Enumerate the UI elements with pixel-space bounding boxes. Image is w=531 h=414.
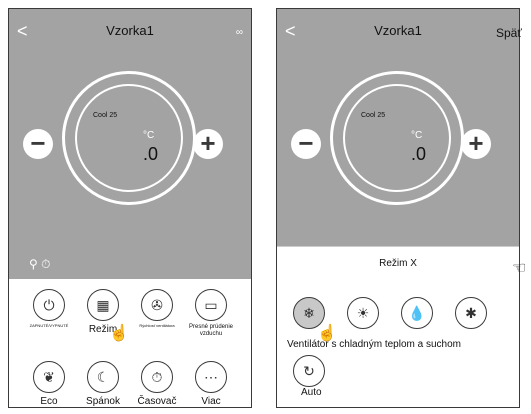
fan-speed-label: Rýchlosť ventilátora [139,323,175,328]
timer-label: Časovač [137,396,177,407]
decrease-temp-button[interactable]: − [291,129,321,159]
fan-icon: ✱ [465,304,477,321]
thermostat-panel: < Vzorka1 Cool 25 °C .0 − + [277,9,519,279]
airflow-label: Presné prúdenie vzduchu [188,324,234,337]
mode-bar[interactable]: Režim X [277,246,519,281]
airflow-icon: ▭ [195,289,227,321]
mode-temp-label: Cool 25 [93,112,118,119]
sun-icon: ☀ [356,304,370,321]
thermostat-panel: < Vzorka1 ∞ Cool 25 °C .0 − + ⚲ ⏱ [9,9,251,279]
eco-label: Eco [40,396,58,407]
mode-bar-label: Režim X [379,258,417,269]
dry-mode-option[interactable]: 💧 [401,297,433,329]
status-icons: ⚲ ⏱ [29,257,51,272]
eco-button[interactable]: ❦ Eco [23,361,75,407]
sleep-icon: ☾ [87,361,119,393]
more-button[interactable]: ⋯ Viac [185,361,237,407]
pointing-hand-icon-right: ☜ [512,260,527,277]
temperature-value: .0 [143,144,159,164]
more-icon: ⋯ [195,361,227,393]
mode-caption: Ventilátor s chladným teplom a suchom [287,339,461,350]
auto-label: Auto [301,387,322,398]
unit-label: °C [143,130,155,141]
left-phone-screen: < Vzorka1 ∞ Cool 25 °C .0 − + ⚲ ⏱ ⏻ ZAPN… [8,8,252,408]
increase-temp-button[interactable]: + [193,129,223,159]
temperature-dial: Cool 25 °C .0 [62,71,196,205]
auto-icon: ↻ [303,362,315,379]
sleep-button[interactable]: ☾ Spánok [77,361,129,407]
airflow-button[interactable]: ▭ Presné prúdenie vzduchu [185,289,237,337]
mode-options-panel: ❄ ☀ 💧 ✱ Ventilátor s chladným teplom a s… [277,279,519,407]
fan-status-icon: ⚲ [29,257,38,271]
snowflake-icon: ❄ [303,304,315,321]
drop-icon: 💧 [408,304,426,321]
device-title: Vzorka1 [374,23,422,38]
timer-status-icon: ⏱ [41,257,51,271]
mode-icon: ▦ [87,289,119,321]
right-phone-screen: < Vzorka1 Cool 25 °C .0 − + Režim X ❄ ☀ … [276,8,520,408]
more-label: Viac [201,396,221,407]
heat-mode-option[interactable]: ☀ [347,297,379,329]
temperature-dial-inner: Cool 25 °C .0 [343,84,451,192]
temperature-dial-inner: Cool 25 °C .0 [75,84,183,192]
function-grid: ⏻ ZAPNUTÉ/VYPNUTÉ ▦ Režim ✇ Rýchlosť ven… [9,279,251,407]
fan-speed-button[interactable]: ✇ Rýchlosť ventilátora [131,289,183,328]
sleep-label: Spánok [86,396,120,407]
fan-mode-option[interactable]: ✱ [455,297,487,329]
temperature-dial: Cool 25 °C .0 [330,71,464,205]
power-icon: ⏻ [33,289,65,321]
timer-icon: ⏱ [141,361,173,393]
pointing-hand-icon: ☝ [109,325,129,342]
more-options-icon[interactable]: ∞ [236,27,243,38]
eco-icon: ❦ [33,361,65,393]
timer-button[interactable]: ⏱ Časovač [131,361,183,407]
temperature-value: .0 [411,144,427,164]
decrease-temp-button[interactable]: − [23,129,53,159]
spat-label[interactable]: Späť [496,26,522,40]
power-button[interactable]: ⏻ ZAPNUTÉ/VYPNUTÉ [23,289,75,328]
power-label: ZAPNUTÉ/VYPNUTÉ [29,323,69,328]
device-title: Vzorka1 [106,23,154,38]
increase-temp-button[interactable]: + [461,129,491,159]
fan-speed-icon: ✇ [141,289,173,321]
mode-temp-label: Cool 25 [361,112,386,119]
unit-label: °C [411,130,423,141]
pointing-hand-icon: ☝ [317,325,337,342]
auto-mode-option[interactable]: ↻ [293,355,325,387]
